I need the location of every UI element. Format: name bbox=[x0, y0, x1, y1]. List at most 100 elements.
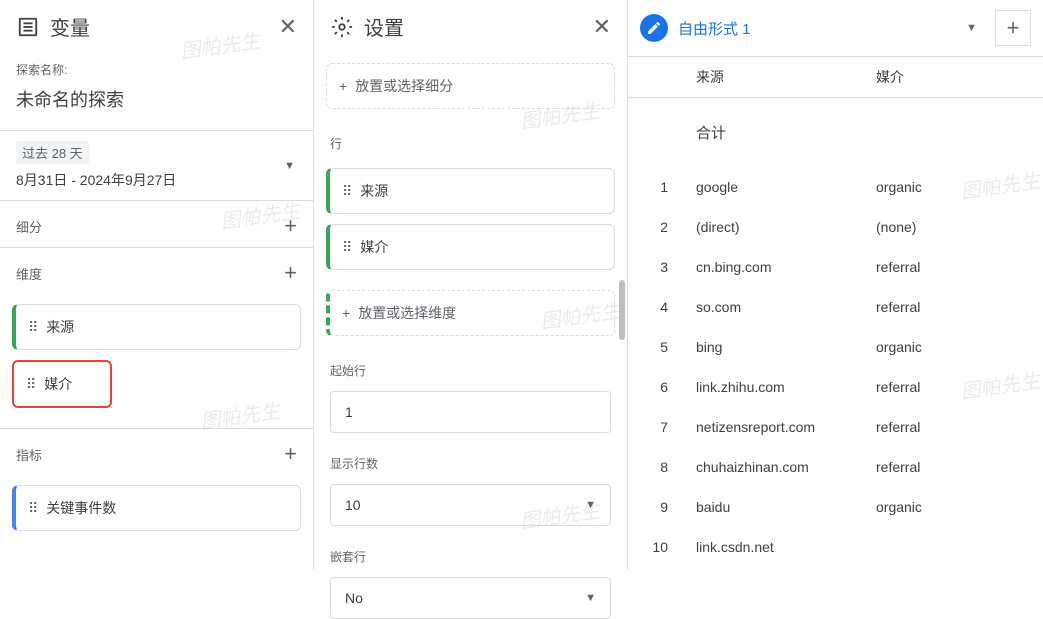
variables-icon bbox=[16, 15, 40, 39]
settings-panel: 设置 ✕ + 放置或选择细分 行 ⠿ 来源 ⠿ 媒介 + 放置或选择维度 起始行… bbox=[314, 0, 628, 569]
data-rows-container: 1googleorganic2(direct)(none)3cn.bing.co… bbox=[628, 167, 1043, 567]
dimension-chip-medium[interactable]: ⠿ 媒介 bbox=[12, 360, 112, 408]
gear-icon bbox=[330, 15, 354, 39]
table-row[interactable]: 9baiduorganic bbox=[628, 487, 1043, 527]
dimension-drop-zone[interactable]: + 放置或选择维度 bbox=[326, 290, 615, 336]
metric-chip-events[interactable]: ⠿ 关键事件数 bbox=[12, 485, 301, 531]
row-index: 5 bbox=[628, 339, 688, 355]
show-rows-label: 显示行数 bbox=[314, 439, 627, 478]
close-icon[interactable]: ✕ bbox=[279, 14, 297, 40]
table-row[interactable]: 8chuhaizhinan.comreferral bbox=[628, 447, 1043, 487]
show-rows-value: 10 bbox=[345, 497, 361, 513]
chevron-down-icon: ▼ bbox=[585, 592, 596, 604]
row-medium: (none) bbox=[868, 219, 1043, 235]
row-index: 8 bbox=[628, 459, 688, 475]
explore-name-section: 探索名称: 未命名的探索 bbox=[0, 53, 313, 130]
row-index: 9 bbox=[628, 499, 688, 515]
nested-rows-select[interactable]: No ▼ bbox=[330, 577, 611, 619]
table-row[interactable]: 1googleorganic bbox=[628, 167, 1043, 207]
chevron-down-icon: ▼ bbox=[585, 499, 596, 511]
close-icon[interactable]: ✕ bbox=[593, 14, 611, 40]
row-index: 4 bbox=[628, 299, 688, 315]
row-index: 2 bbox=[628, 219, 688, 235]
drag-icon: ⠿ bbox=[28, 319, 36, 336]
table-row[interactable]: 3cn.bing.comreferral bbox=[628, 247, 1043, 287]
chip-label: 来源 bbox=[360, 181, 388, 201]
table-row[interactable]: 4so.comreferral bbox=[628, 287, 1043, 327]
chip-label: 关键事件数 bbox=[46, 498, 116, 518]
chevron-down-icon: ▼ bbox=[284, 160, 295, 172]
settings-title: 设置 bbox=[364, 12, 583, 41]
date-preset-label: 过去 28 天 bbox=[16, 141, 89, 164]
add-segment-button[interactable]: + bbox=[284, 215, 297, 237]
segments-label: 细分 bbox=[16, 217, 42, 236]
col-medium-header[interactable]: 媒介 bbox=[868, 67, 1043, 87]
table-row[interactable]: 10link.csdn.net bbox=[628, 527, 1043, 567]
totals-row: 合计 bbox=[628, 98, 1043, 167]
dimensions-label: 维度 bbox=[16, 264, 42, 283]
start-row-input[interactable]: 1 bbox=[330, 391, 611, 433]
row-source: bing bbox=[688, 339, 868, 355]
metrics-header: 指标 + bbox=[0, 428, 313, 475]
row-medium: organic bbox=[868, 179, 1043, 195]
row-chip-source[interactable]: ⠿ 来源 bbox=[326, 168, 615, 214]
row-chips: ⠿ 来源 ⠿ 媒介 bbox=[314, 158, 627, 280]
segment-drop-zone[interactable]: + 放置或选择细分 bbox=[326, 63, 615, 109]
row-source: link.zhihu.com bbox=[688, 379, 868, 395]
chevron-down-icon[interactable]: ▼ bbox=[966, 22, 977, 34]
row-source: netizensreport.com bbox=[688, 419, 868, 435]
drag-icon: ⠿ bbox=[26, 376, 34, 393]
row-source: link.csdn.net bbox=[688, 539, 868, 555]
nested-rows-label: 嵌套行 bbox=[314, 532, 627, 571]
row-medium: referral bbox=[868, 379, 1043, 395]
report-panel: 自由形式 1 ▼ + 来源 媒介 合计 1googleorganic2(dire… bbox=[628, 0, 1043, 569]
row-medium: organic bbox=[868, 339, 1043, 355]
variables-panel: 变量 ✕ 探索名称: 未命名的探索 过去 28 天 8月31日 - 2024年9… bbox=[0, 0, 314, 569]
row-source: baidu bbox=[688, 499, 868, 515]
show-rows-select[interactable]: 10 ▼ bbox=[330, 484, 611, 526]
row-index: 6 bbox=[628, 379, 688, 395]
add-dimension-button[interactable]: + bbox=[284, 262, 297, 284]
drop-label: 放置或选择维度 bbox=[358, 303, 456, 323]
metric-chips: ⠿ 关键事件数 bbox=[0, 475, 313, 551]
vars-header: 变量 ✕ bbox=[0, 0, 313, 53]
row-index: 3 bbox=[628, 259, 688, 275]
report-table: 来源 媒介 合计 1googleorganic2(direct)(none)3c… bbox=[628, 57, 1043, 567]
col-index-header bbox=[628, 67, 688, 87]
edit-icon[interactable] bbox=[640, 14, 668, 42]
date-range-text: 8月31日 - 2024年9月27日 bbox=[16, 170, 297, 190]
drag-icon: ⠿ bbox=[342, 239, 350, 256]
plus-icon: + bbox=[342, 305, 350, 321]
add-tab-button[interactable]: + bbox=[995, 10, 1031, 46]
report-tabs: 自由形式 1 ▼ + bbox=[628, 0, 1043, 57]
table-row[interactable]: 7netizensreport.comreferral bbox=[628, 407, 1043, 447]
add-metric-button[interactable]: + bbox=[284, 443, 297, 465]
row-index: 10 bbox=[628, 539, 688, 555]
row-medium: referral bbox=[868, 299, 1043, 315]
row-source: cn.bing.com bbox=[688, 259, 868, 275]
start-row-value: 1 bbox=[345, 404, 353, 420]
row-source: so.com bbox=[688, 299, 868, 315]
dimension-chip-source[interactable]: ⠿ 来源 bbox=[12, 304, 301, 350]
table-row[interactable]: 2(direct)(none) bbox=[628, 207, 1043, 247]
table-row[interactable]: 5bingorganic bbox=[628, 327, 1043, 367]
total-label: 合计 bbox=[688, 122, 868, 143]
date-range-picker[interactable]: 过去 28 天 8月31日 - 2024年9月27日 ▼ bbox=[0, 130, 313, 201]
start-row-label: 起始行 bbox=[314, 346, 627, 385]
explore-name-value[interactable]: 未命名的探索 bbox=[16, 82, 297, 130]
row-source: google bbox=[688, 179, 868, 195]
row-source: chuhaizhinan.com bbox=[688, 459, 868, 475]
table-row[interactable]: 6link.zhihu.comreferral bbox=[628, 367, 1043, 407]
row-chip-medium[interactable]: ⠿ 媒介 bbox=[326, 224, 615, 270]
metrics-label: 指标 bbox=[16, 445, 42, 464]
drag-icon: ⠿ bbox=[342, 183, 350, 200]
chip-label: 来源 bbox=[46, 317, 74, 337]
row-medium: organic bbox=[868, 499, 1043, 515]
col-source-header[interactable]: 来源 bbox=[688, 67, 868, 87]
dimensions-header: 维度 + bbox=[0, 248, 313, 294]
scrollbar-thumb[interactable] bbox=[619, 280, 625, 340]
drag-icon: ⠿ bbox=[28, 500, 36, 517]
settings-header: 设置 ✕ bbox=[314, 0, 627, 53]
tab-title[interactable]: 自由形式 1 bbox=[678, 18, 956, 39]
row-index: 7 bbox=[628, 419, 688, 435]
